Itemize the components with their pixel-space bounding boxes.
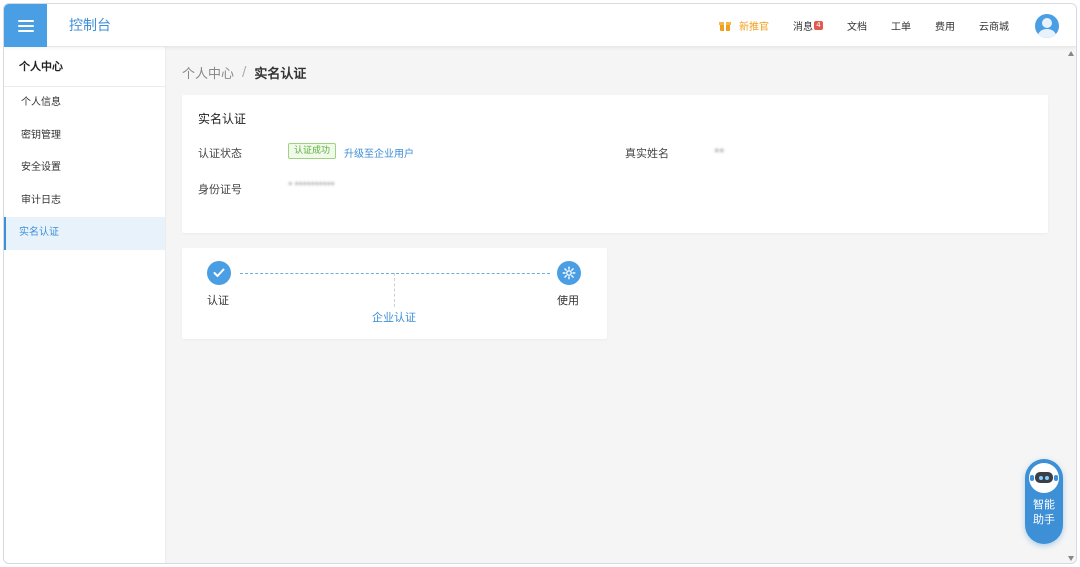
app-title[interactable]: 控制台 — [69, 15, 111, 35]
real-name-value: ** — [714, 146, 725, 159]
nav-marketplace[interactable]: 云商城 — [979, 18, 1009, 33]
sidebar-item-audit-log[interactable]: 审计日志 — [4, 185, 165, 218]
menu-toggle-button[interactable] — [4, 4, 47, 47]
real-name-label: 真实姓名 — [625, 147, 669, 160]
status-badge: 认证成功 — [288, 143, 337, 159]
app-window: 控制台 新推官 消息 4 文档 工单 费用 云商城 个人中心 个人信息 密钥管理… — [3, 3, 1077, 564]
nav-promo-label: 新推官 — [739, 22, 769, 33]
user-avatar[interactable] — [1035, 13, 1059, 38]
user-icon — [1042, 17, 1052, 28]
assistant-label-line1: 智能 — [1033, 498, 1055, 511]
gear-icon — [557, 261, 581, 285]
check-icon — [207, 261, 231, 285]
assistant-label: 智能 助手 — [1033, 497, 1055, 527]
main-content: 个人中心 / 实名认证 实名认证 认证状态 认证成功 升级至企业用户 真实姓名 … — [166, 47, 1076, 563]
enterprise-verify-link[interactable]: 企业认证 — [372, 309, 416, 325]
sidebar: 个人中心 个人信息 密钥管理 安全设置 审计日志 实名认证 — [4, 47, 166, 563]
scroll-up-icon[interactable] — [1068, 51, 1074, 56]
breadcrumb-parent[interactable]: 个人中心 — [182, 63, 234, 82]
sidebar-item-security[interactable]: 安全设置 — [4, 152, 165, 185]
step-connector — [240, 273, 550, 274]
status-label: 认证状态 — [198, 147, 242, 160]
robot-icon — [1029, 463, 1059, 493]
message-count-badge: 4 — [814, 21, 823, 30]
gift-icon — [719, 20, 731, 31]
sidebar-title: 个人中心 — [4, 47, 165, 87]
breadcrumb-separator: / — [242, 65, 247, 80]
sidebar-item-verification[interactable]: 实名认证 — [4, 217, 165, 250]
id-number-label: 身份证号 — [198, 183, 242, 196]
upgrade-enterprise-link[interactable]: 升级至企业用户 — [344, 145, 414, 160]
id-number-value: * ********** — [288, 181, 335, 191]
nav-messages[interactable]: 消息 4 — [793, 18, 823, 33]
hamburger-icon — [17, 19, 34, 32]
nav-docs[interactable]: 文档 — [847, 18, 867, 33]
scroll-down-icon[interactable] — [1068, 556, 1074, 561]
verification-info-card: 实名认证 认证状态 认证成功 升级至企业用户 真实姓名 ** 身份证号 * **… — [182, 95, 1048, 233]
sidebar-item-profile[interactable]: 个人信息 — [4, 87, 165, 120]
nav-tickets[interactable]: 工单 — [891, 18, 911, 33]
nav-messages-label: 消息 — [793, 22, 813, 33]
verification-steps-card: 认证 使用 企业认证 — [182, 248, 607, 339]
sidebar-item-keys[interactable]: 密钥管理 — [4, 120, 165, 153]
vertical-scrollbar[interactable] — [1066, 47, 1076, 563]
step-branch-line — [394, 273, 395, 307]
top-header: 控制台 新推官 消息 4 文档 工单 费用 云商城 — [4, 4, 1076, 47]
breadcrumb-current: 实名认证 — [254, 67, 307, 82]
smart-assistant-button[interactable]: 智能 助手 — [1025, 459, 1063, 544]
step-use-label: 使用 — [557, 294, 579, 307]
breadcrumb: 个人中心 / 实名认证 — [182, 63, 306, 82]
top-nav: 新推官 消息 4 文档 工单 费用 云商城 — [719, 4, 1076, 47]
nav-promo[interactable]: 新推官 — [719, 18, 769, 33]
assistant-label-line2: 助手 — [1033, 513, 1055, 526]
nav-billing[interactable]: 费用 — [935, 18, 955, 33]
step-verify-label: 认证 — [207, 294, 229, 307]
card-title: 实名认证 — [198, 112, 247, 126]
